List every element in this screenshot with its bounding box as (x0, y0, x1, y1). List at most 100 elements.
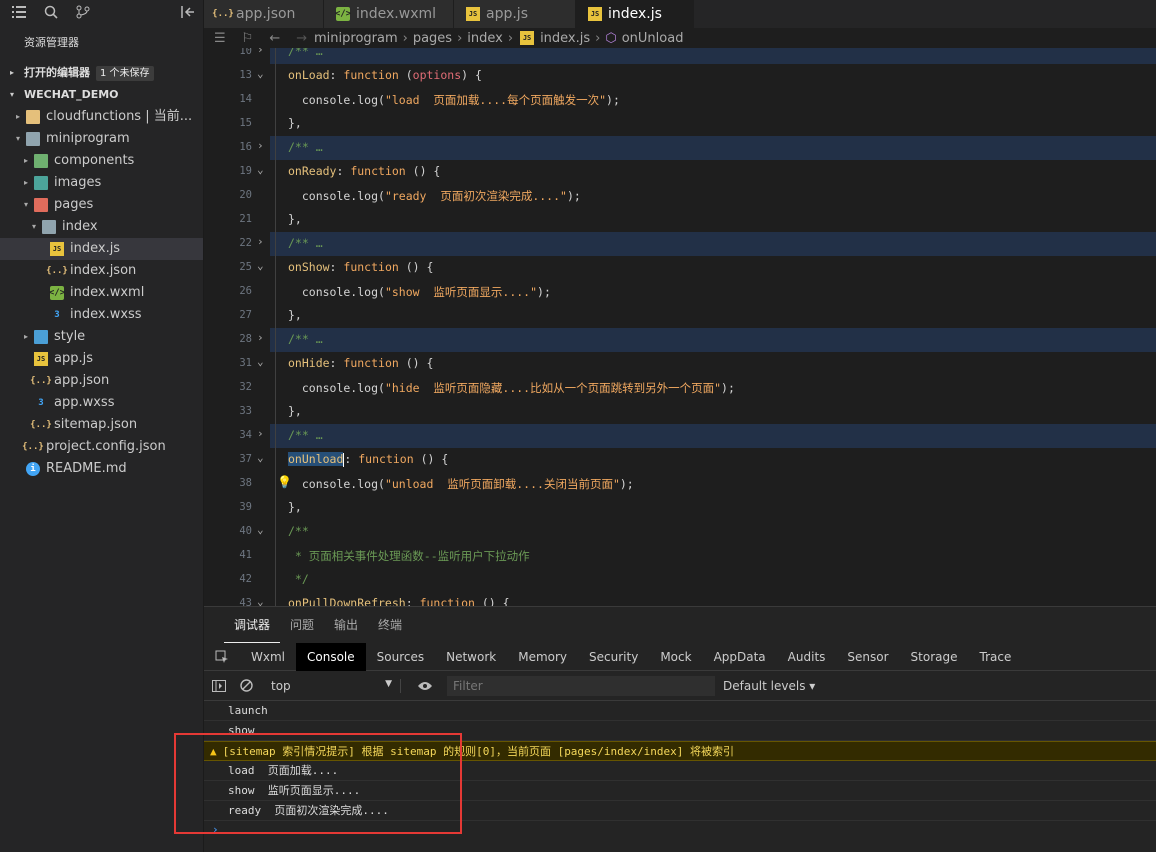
line-number: 10 (239, 48, 252, 57)
panel-tab[interactable]: 问题 (280, 607, 324, 643)
code-line: onReady: function () { (288, 164, 441, 178)
tree-item-label: index.js (70, 241, 121, 256)
wxml-file-icon: </> (48, 286, 66, 300)
clear-console-icon[interactable] (240, 679, 253, 692)
lightbulb-icon[interactable]: 💡 (277, 475, 292, 489)
tree-item[interactable]: JS index.js (0, 238, 203, 260)
panel-tab[interactable]: 输出 (324, 607, 368, 643)
source-control-icon[interactable] (74, 3, 92, 21)
fold-collapse-icon[interactable]: ⌄ (257, 523, 264, 536)
breadcrumb-item[interactable]: index (467, 31, 503, 46)
breadcrumb-items: miniprogram › pages › index › JS index.js › ⬡ onUn… (314, 31, 683, 46)
eye-icon[interactable] (417, 681, 433, 691)
file-tree: ▸ cloudfunctions | 当前... ▾ miniprogram ▸ comp… (0, 106, 203, 480)
inspect-element-icon[interactable] (204, 650, 240, 664)
fold-collapse-icon[interactable]: ⌄ (257, 67, 264, 80)
info-file-icon: i (26, 462, 40, 476)
console-toolbar: top ▼ Default levels ▾ (204, 671, 1156, 701)
tree-item[interactable]: i README.md (0, 458, 203, 480)
code-editor[interactable]: 10 › /** … 13 ⌄ onLoad: function (options) {1… (204, 48, 1156, 606)
fold-collapse-icon[interactable]: ⌄ (257, 259, 264, 272)
workspace-section[interactable]: ▾ WECHAT_DEMO (0, 84, 203, 106)
devtools-tab[interactable]: Sensor (836, 643, 899, 671)
search-icon[interactable] (42, 3, 60, 21)
back-arrow-icon[interactable]: ← (269, 31, 280, 46)
tree-item[interactable]: ▾ pages (0, 194, 203, 216)
unsaved-badge: 1 个未保存 (96, 65, 154, 81)
tree-item[interactable]: ▸ components (0, 150, 203, 172)
devtools-tab[interactable]: Wxml (240, 643, 296, 671)
editor-tab[interactable]: JS index.js (576, 0, 694, 28)
chevron-right-icon: ▸ (23, 178, 28, 187)
breadcrumb-item[interactable]: miniprogram (314, 31, 398, 46)
fold-expand-icon[interactable]: › (257, 427, 264, 440)
sidebar-toggle-icon[interactable] (212, 679, 226, 692)
breadcrumb-item[interactable]: pages (413, 31, 452, 46)
panel-tab[interactable]: 终端 (368, 607, 412, 643)
tree-item[interactable]: 3 app.wxss (0, 392, 203, 414)
tree-item[interactable]: ▾ index (0, 216, 203, 238)
fold-collapse-icon[interactable]: ⌄ (257, 451, 264, 464)
line-number: 14 (239, 93, 252, 105)
fold-collapse-icon[interactable]: ⌄ (257, 355, 264, 368)
tree-item-label: index (62, 219, 98, 234)
devtools-tab[interactable]: Network (435, 643, 507, 671)
tree-item[interactable]: {..} sitemap.json (0, 414, 203, 436)
code-line: /** (288, 524, 309, 538)
json-file-icon: {..} (30, 376, 52, 386)
tree-item[interactable]: JS app.js (0, 348, 203, 370)
devtools-tab[interactable]: Sources (366, 643, 435, 671)
tree-item[interactable]: ▾ miniprogram (0, 128, 203, 150)
console-warning: ▲ [sitemap 索引情况提示] 根据 sitemap 的规则[0]，当前页面… (204, 741, 1156, 761)
fold-collapse-icon[interactable]: ⌄ (257, 163, 264, 176)
tree-item[interactable]: {..} project.config.json (0, 436, 203, 458)
fold-expand-icon[interactable]: › (257, 139, 264, 152)
js-file-icon: JS (466, 7, 480, 21)
breadcrumb-item[interactable]: onUnload (622, 31, 684, 46)
forward-arrow-icon[interactable]: → (296, 31, 307, 46)
split-editor-icon[interactable]: ☰ (214, 31, 226, 46)
console-prompt[interactable]: › (204, 821, 1156, 839)
tree-item[interactable]: ▸ cloudfunctions | 当前... (0, 106, 203, 128)
tree-item[interactable]: ▸ style (0, 326, 203, 348)
filter-input[interactable] (447, 675, 715, 696)
line-number: 37 (239, 453, 252, 465)
tree-item-label: README.md (46, 461, 127, 476)
list-icon[interactable] (10, 3, 28, 21)
devtools-tab[interactable]: Security (578, 643, 649, 671)
panel-tabs: 调试器 问题 输出 终端 (204, 607, 1156, 643)
panel-tab[interactable]: 调试器 (224, 607, 281, 643)
console-text: load 页面加载.... (228, 764, 339, 777)
log-levels-dropdown[interactable]: Default levels ▾ (723, 679, 815, 693)
breadcrumb-item[interactable]: index.js (540, 31, 590, 46)
editor-tab[interactable]: </> index.wxml (324, 0, 454, 28)
tree-item-label: pages (54, 197, 94, 212)
tree-item[interactable]: 3 index.wxss (0, 304, 203, 326)
devtools-tab[interactable]: Trace (969, 643, 1023, 671)
chevron-right-icon: › (595, 30, 601, 46)
tree-item-label: images (54, 175, 102, 190)
context-select[interactable]: top ▼ (261, 678, 401, 693)
tree-item[interactable]: {..} app.json (0, 370, 203, 392)
open-editors-section[interactable]: ▸ 打开的编辑器 1 个未保存 (0, 62, 203, 84)
devtools-tab[interactable]: AppData (703, 643, 777, 671)
tree-item[interactable]: ▸ images (0, 172, 203, 194)
fold-collapse-icon[interactable]: ⌄ (257, 595, 264, 606)
line-number: 16 (239, 141, 252, 153)
code-line: /** … (288, 236, 323, 250)
devtools-tab[interactable]: Memory (507, 643, 578, 671)
tree-item[interactable]: {..} index.json (0, 260, 203, 282)
devtools-tab[interactable]: Mock (649, 643, 702, 671)
collapse-panel-icon[interactable] (179, 3, 197, 21)
editor-tab[interactable]: JS app.js (454, 0, 576, 28)
bookmark-icon[interactable]: ⚐ (242, 31, 254, 46)
fold-expand-icon[interactable]: › (257, 331, 264, 344)
devtools-tab[interactable]: Audits (777, 643, 837, 671)
editor-tab[interactable]: {..} app.json (204, 0, 324, 28)
fold-expand-icon[interactable]: › (257, 48, 264, 56)
devtools-tab[interactable]: Storage (900, 643, 969, 671)
console-log-line: launch (204, 701, 1156, 721)
devtools-tab[interactable]: Console (296, 642, 366, 671)
tree-item[interactable]: </> index.wxml (0, 282, 203, 304)
fold-expand-icon[interactable]: › (257, 235, 264, 248)
